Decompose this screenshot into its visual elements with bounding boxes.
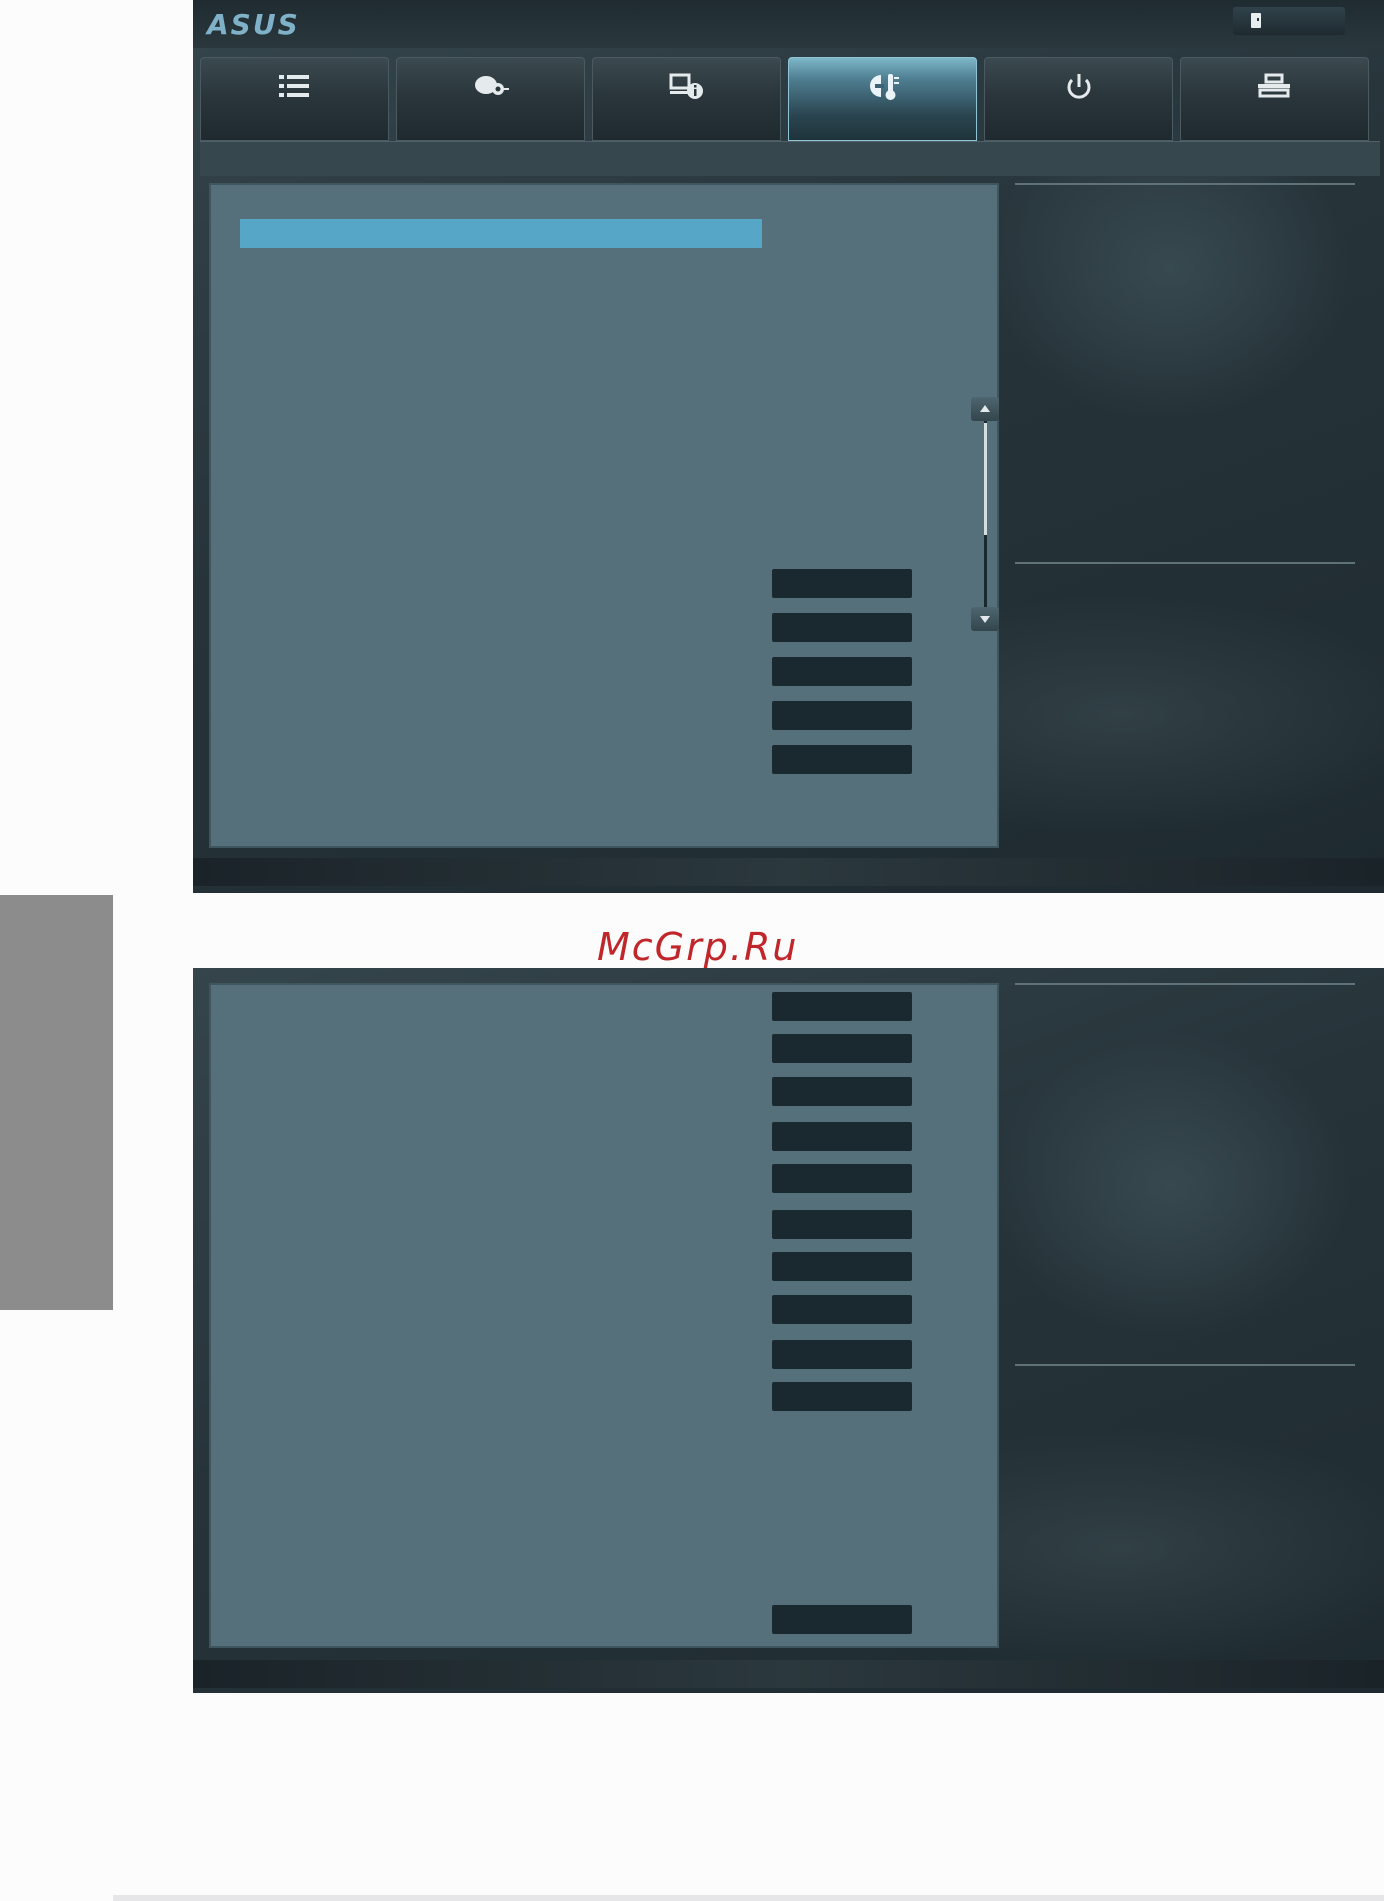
bios-screen-lower (193, 968, 1384, 1693)
option-value-box[interactable] (772, 701, 912, 730)
manual-side-tab (0, 895, 113, 1310)
option-value-box[interactable] (772, 1295, 912, 1324)
help-panel-divider (1015, 562, 1355, 564)
option-value-box[interactable] (772, 1605, 912, 1634)
monitor-icon (863, 74, 903, 110)
option-value-box[interactable] (772, 613, 912, 642)
option-value-box[interactable] (772, 1077, 912, 1106)
tab-main[interactable] (200, 57, 389, 141)
bios-screen-upper: ASUS (193, 0, 1384, 893)
option-value-box[interactable] (772, 1340, 912, 1369)
ai-tweaker-icon (471, 73, 511, 108)
tab-ai-tweaker[interactable] (396, 57, 585, 141)
option-value-box[interactable] (772, 1252, 912, 1281)
arrow-down-icon (980, 616, 990, 623)
scroll-down-button[interactable] (971, 607, 999, 631)
option-value-box[interactable] (772, 1210, 912, 1239)
option-value-box[interactable] (772, 992, 912, 1021)
option-value-box[interactable] (772, 657, 912, 686)
sub-menu-bar (200, 141, 1380, 176)
settings-panel (209, 183, 999, 848)
bottom-status-strip (193, 1660, 1384, 1688)
bios-top-bar: ASUS (193, 0, 1384, 48)
watermark: McGrp.Ru (597, 925, 799, 969)
list-icon (277, 73, 313, 108)
option-value-box[interactable] (772, 745, 912, 774)
help-panel-divider (1015, 983, 1355, 985)
advanced-icon (667, 73, 707, 108)
page-bottom-rule (113, 1895, 1384, 1901)
tab-advanced[interactable] (592, 57, 781, 141)
option-value-box[interactable] (772, 1164, 912, 1193)
exit-icon (1251, 13, 1261, 28)
scrollbar-thumb[interactable] (984, 423, 987, 535)
exit-button[interactable] (1233, 7, 1345, 35)
arrow-up-icon (980, 405, 990, 412)
tab-monitor[interactable] (788, 57, 977, 141)
selected-item-highlight[interactable] (240, 219, 762, 248)
power-icon (1061, 74, 1097, 110)
option-value-box[interactable] (772, 1034, 912, 1063)
tool-icon (1255, 73, 1295, 108)
main-tabs (200, 57, 1380, 141)
option-value-box[interactable] (772, 1382, 912, 1411)
option-value-box[interactable] (772, 1122, 912, 1151)
help-panel-divider (1015, 183, 1355, 185)
help-panel-divider (1015, 1364, 1355, 1366)
bottom-status-strip (193, 858, 1384, 886)
asus-logo: ASUS (207, 8, 300, 41)
option-value-box[interactable] (772, 569, 912, 598)
scroll-up-button[interactable] (971, 397, 999, 421)
tab-tool[interactable] (1180, 57, 1369, 141)
settings-panel (209, 983, 999, 1648)
tab-boot[interactable] (984, 57, 1173, 141)
